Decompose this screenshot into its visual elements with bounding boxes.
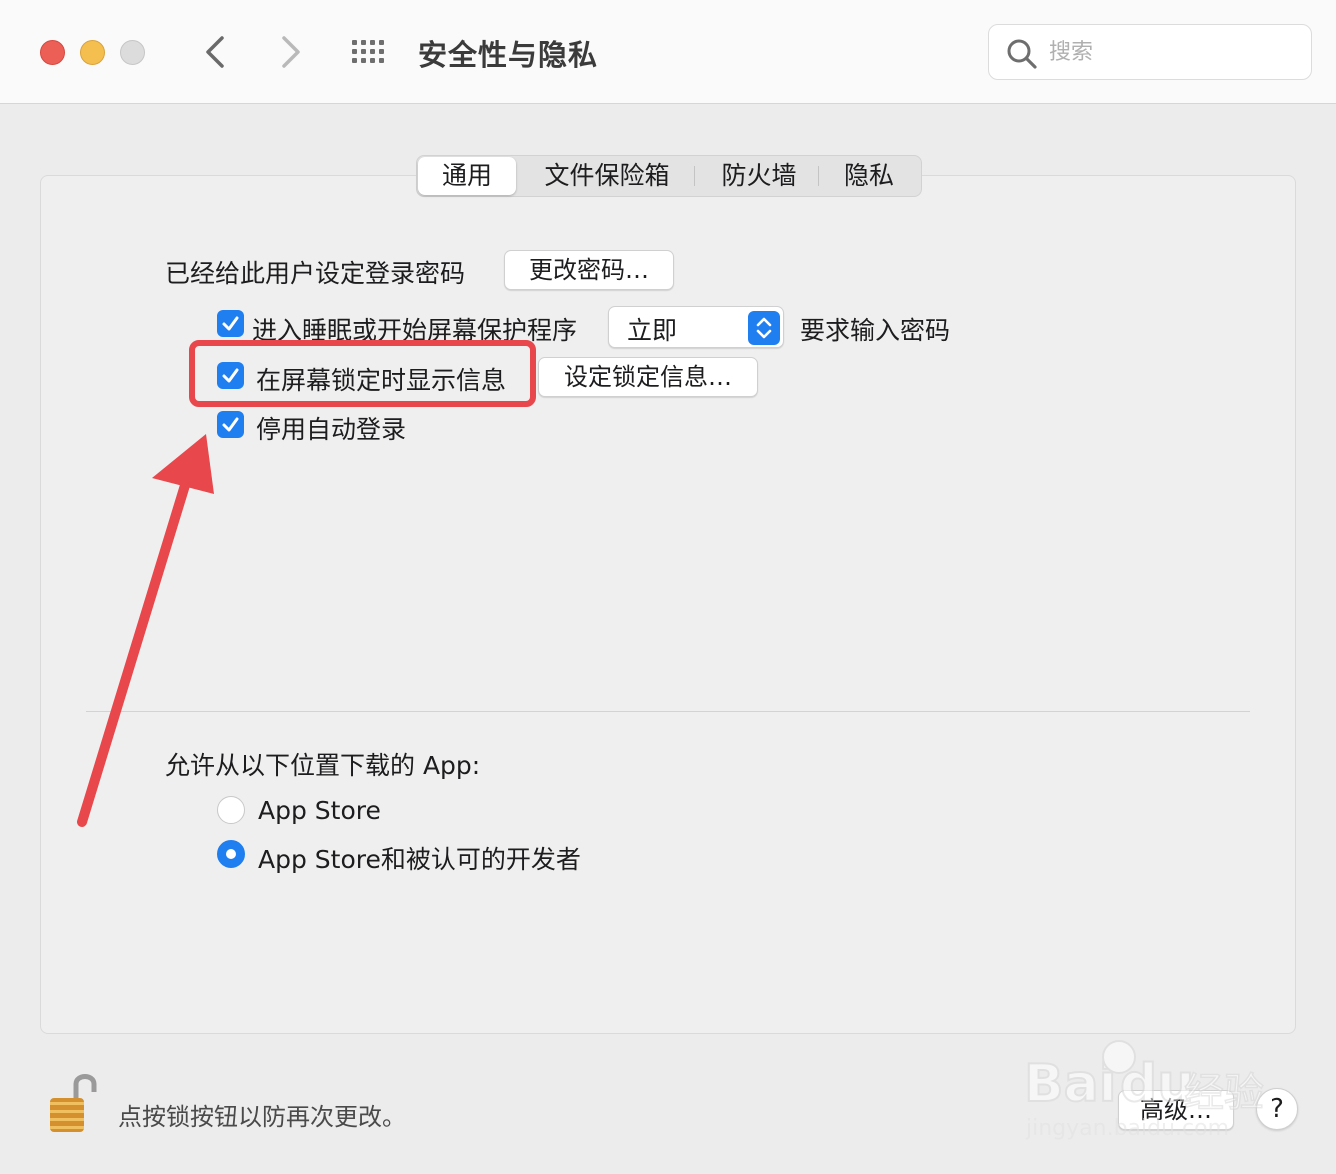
paw-icon: [1102, 1040, 1136, 1074]
zoom-window-button[interactable]: [120, 40, 145, 65]
watermark-brand: Bai: [1023, 1053, 1118, 1115]
require-password-delay-popup[interactable]: 立即: [608, 306, 784, 348]
advanced-button[interactable]: 高级…: [1118, 1090, 1234, 1130]
unlocked-padlock-icon[interactable]: [46, 1068, 100, 1136]
tab-separator: [694, 166, 695, 186]
popup-value: 立即: [627, 316, 678, 345]
forward-button[interactable]: [270, 30, 310, 74]
change-password-button[interactable]: 更改密码…: [504, 250, 674, 290]
disable-autologin-label: 停用自动登录: [256, 415, 407, 444]
disable-autologin-checkbox[interactable]: [217, 411, 244, 438]
tab-privacy[interactable]: 隐私: [821, 156, 917, 196]
tab-bar: 通用 文件保险箱 防火墙 隐私: [416, 155, 922, 197]
title-bar: 安全性与隐私: [0, 0, 1336, 104]
window-title: 安全性与隐私: [418, 38, 599, 72]
back-button[interactable]: [196, 30, 236, 74]
settings-panel: [40, 175, 1296, 1034]
radio-app-store[interactable]: [217, 796, 245, 824]
radio-app-store-label: App Store: [258, 796, 381, 825]
tab-separator: [818, 166, 819, 186]
tab-general[interactable]: 通用: [418, 157, 516, 195]
minimize-window-button[interactable]: [80, 40, 105, 65]
close-window-button[interactable]: [40, 40, 65, 65]
tab-firewall[interactable]: 防火墙: [701, 156, 817, 196]
checkmark-icon: [222, 417, 239, 432]
radio-app-store-identified-label: App Store和被认可的开发者: [258, 845, 581, 874]
chevron-left-icon: [206, 36, 224, 68]
tab-filevault[interactable]: 文件保险箱: [527, 156, 687, 196]
checkmark-icon: [222, 316, 239, 331]
lock-hint-text: 点按锁按钮以防再次更改。: [118, 1103, 406, 1131]
require-password-checkbox[interactable]: [217, 310, 244, 337]
search-input[interactable]: [1049, 35, 1289, 69]
radio-app-store-identified[interactable]: [217, 840, 245, 868]
show-all-grid-button[interactable]: [350, 36, 390, 68]
highlight-box: [189, 340, 536, 407]
set-lock-message-button[interactable]: 设定锁定信息…: [538, 357, 758, 397]
search-field[interactable]: [988, 24, 1312, 80]
help-button[interactable]: ?: [1256, 1088, 1298, 1130]
search-icon: [1007, 39, 1037, 69]
password-set-label: 已经给此用户设定登录密码: [165, 259, 466, 288]
up-down-arrows-icon: [748, 311, 780, 345]
require-password-suffix: 要求输入密码: [800, 316, 951, 345]
chevron-right-icon: [282, 36, 300, 68]
section-divider: [86, 711, 1250, 712]
downloads-heading: 允许从以下位置下载的 App:: [165, 751, 481, 780]
